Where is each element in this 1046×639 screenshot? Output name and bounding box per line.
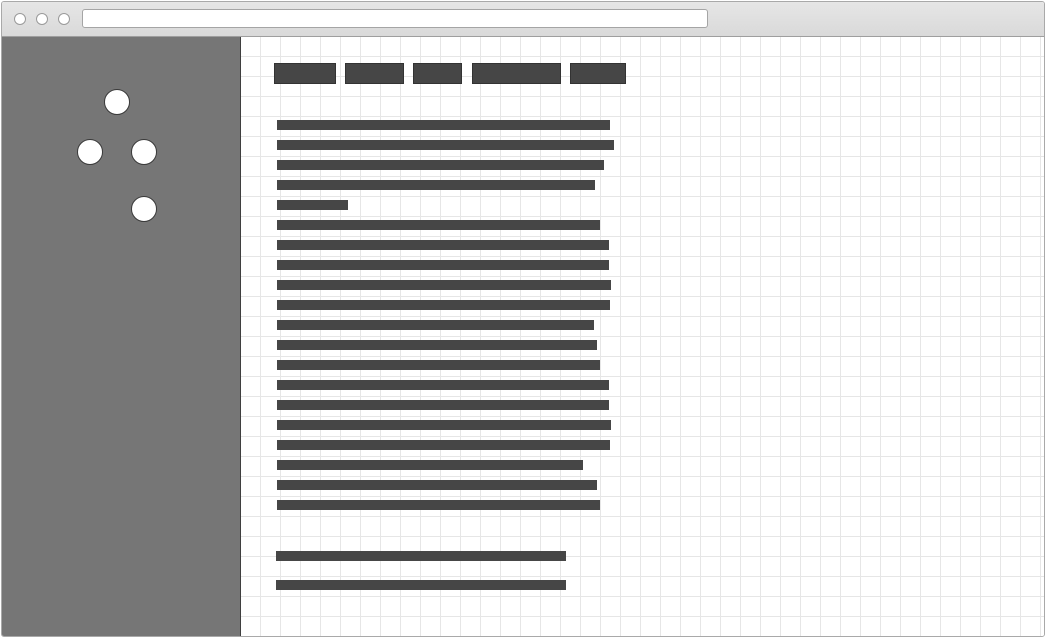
nav-item-5[interactable] <box>570 63 626 84</box>
text-line <box>277 300 610 310</box>
footer-line <box>276 551 566 561</box>
dpad-down-button[interactable] <box>131 196 157 222</box>
text-line <box>277 380 609 390</box>
nav-item-2[interactable] <box>345 63 404 84</box>
address-bar[interactable] <box>82 9 708 28</box>
text-line <box>277 180 595 190</box>
text-line <box>277 280 611 290</box>
nav-item-3[interactable] <box>413 63 462 84</box>
zoom-button[interactable] <box>58 13 70 25</box>
text-line <box>277 160 604 170</box>
text-line <box>277 460 583 470</box>
main-content <box>241 37 1044 636</box>
text-line <box>277 200 348 210</box>
text-line <box>277 480 597 490</box>
text-line <box>277 360 600 370</box>
footer-line <box>276 580 566 590</box>
text-line <box>277 220 600 230</box>
text-line <box>277 140 614 150</box>
text-line <box>277 260 609 270</box>
nav-item-1[interactable] <box>274 63 336 84</box>
browser-window <box>1 1 1045 637</box>
close-button[interactable] <box>14 13 26 25</box>
text-line <box>277 400 609 410</box>
text-line <box>277 420 611 430</box>
dpad-left-button[interactable] <box>77 139 103 165</box>
text-line <box>277 500 600 510</box>
title-bar <box>2 2 1044 37</box>
sidebar <box>2 37 241 636</box>
text-line <box>277 440 610 450</box>
minimize-button[interactable] <box>36 13 48 25</box>
text-line <box>277 240 609 250</box>
dpad-up-button[interactable] <box>104 89 130 115</box>
dpad-right-button[interactable] <box>131 139 157 165</box>
text-line <box>277 340 597 350</box>
text-line <box>277 320 594 330</box>
nav-item-4[interactable] <box>472 63 561 84</box>
text-line <box>277 120 610 130</box>
